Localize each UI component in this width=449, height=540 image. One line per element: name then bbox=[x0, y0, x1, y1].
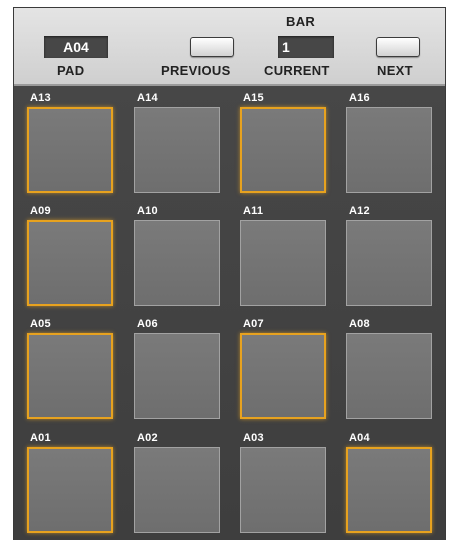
pad-label-a08: A08 bbox=[349, 318, 370, 330]
pad-label-a02: A02 bbox=[137, 432, 158, 444]
pad-panel: A04 PAD PREVIOUS BAR 1 CURRENT NEXT A13 A… bbox=[14, 8, 445, 540]
pad-a13[interactable] bbox=[27, 107, 113, 193]
pad-label-a15: A15 bbox=[243, 92, 264, 104]
previous-label: PREVIOUS bbox=[161, 63, 231, 78]
pad-label-a10: A10 bbox=[137, 205, 158, 217]
next-label: NEXT bbox=[377, 63, 413, 78]
pad-label-a06: A06 bbox=[137, 318, 158, 330]
pad-label-a01: A01 bbox=[30, 432, 51, 444]
pad-a04[interactable] bbox=[346, 447, 432, 533]
previous-button[interactable] bbox=[190, 37, 234, 57]
pad-display: A04 bbox=[44, 36, 108, 58]
pad-a12[interactable] bbox=[346, 220, 432, 306]
bar-display: 1 bbox=[278, 36, 334, 58]
pad-label-a07: A07 bbox=[243, 318, 264, 330]
pad-label-a04: A04 bbox=[349, 432, 370, 444]
header-bar: A04 PAD PREVIOUS BAR 1 CURRENT NEXT bbox=[14, 8, 445, 86]
pad-a02[interactable] bbox=[134, 447, 220, 533]
pad-a08[interactable] bbox=[346, 333, 432, 419]
pad-label-a13: A13 bbox=[30, 92, 51, 104]
pad-label: PAD bbox=[57, 63, 85, 78]
pad-label-a12: A12 bbox=[349, 205, 370, 217]
pad-label-a14: A14 bbox=[137, 92, 158, 104]
pad-a16[interactable] bbox=[346, 107, 432, 193]
pad-a05[interactable] bbox=[27, 333, 113, 419]
pad-grid: A13 A14 A15 A16 A09 A10 A11 A12 A05 A06 A07 A08 A01 A… bbox=[14, 86, 445, 540]
pad-a06[interactable] bbox=[134, 333, 220, 419]
pad-a07[interactable] bbox=[240, 333, 326, 419]
pad-a14[interactable] bbox=[134, 107, 220, 193]
pad-a09[interactable] bbox=[27, 220, 113, 306]
pad-a03[interactable] bbox=[240, 447, 326, 533]
next-button[interactable] bbox=[376, 37, 420, 57]
pad-a15[interactable] bbox=[240, 107, 326, 193]
pad-a01[interactable] bbox=[27, 447, 113, 533]
current-label: CURRENT bbox=[264, 63, 330, 78]
pad-label-a09: A09 bbox=[30, 205, 51, 217]
pad-label-a16: A16 bbox=[349, 92, 370, 104]
pad-a11[interactable] bbox=[240, 220, 326, 306]
pad-label-a03: A03 bbox=[243, 432, 264, 444]
pad-label-a11: A11 bbox=[243, 205, 264, 217]
pad-label-a05: A05 bbox=[30, 318, 51, 330]
bar-label: BAR bbox=[286, 14, 316, 29]
pad-a10[interactable] bbox=[134, 220, 220, 306]
